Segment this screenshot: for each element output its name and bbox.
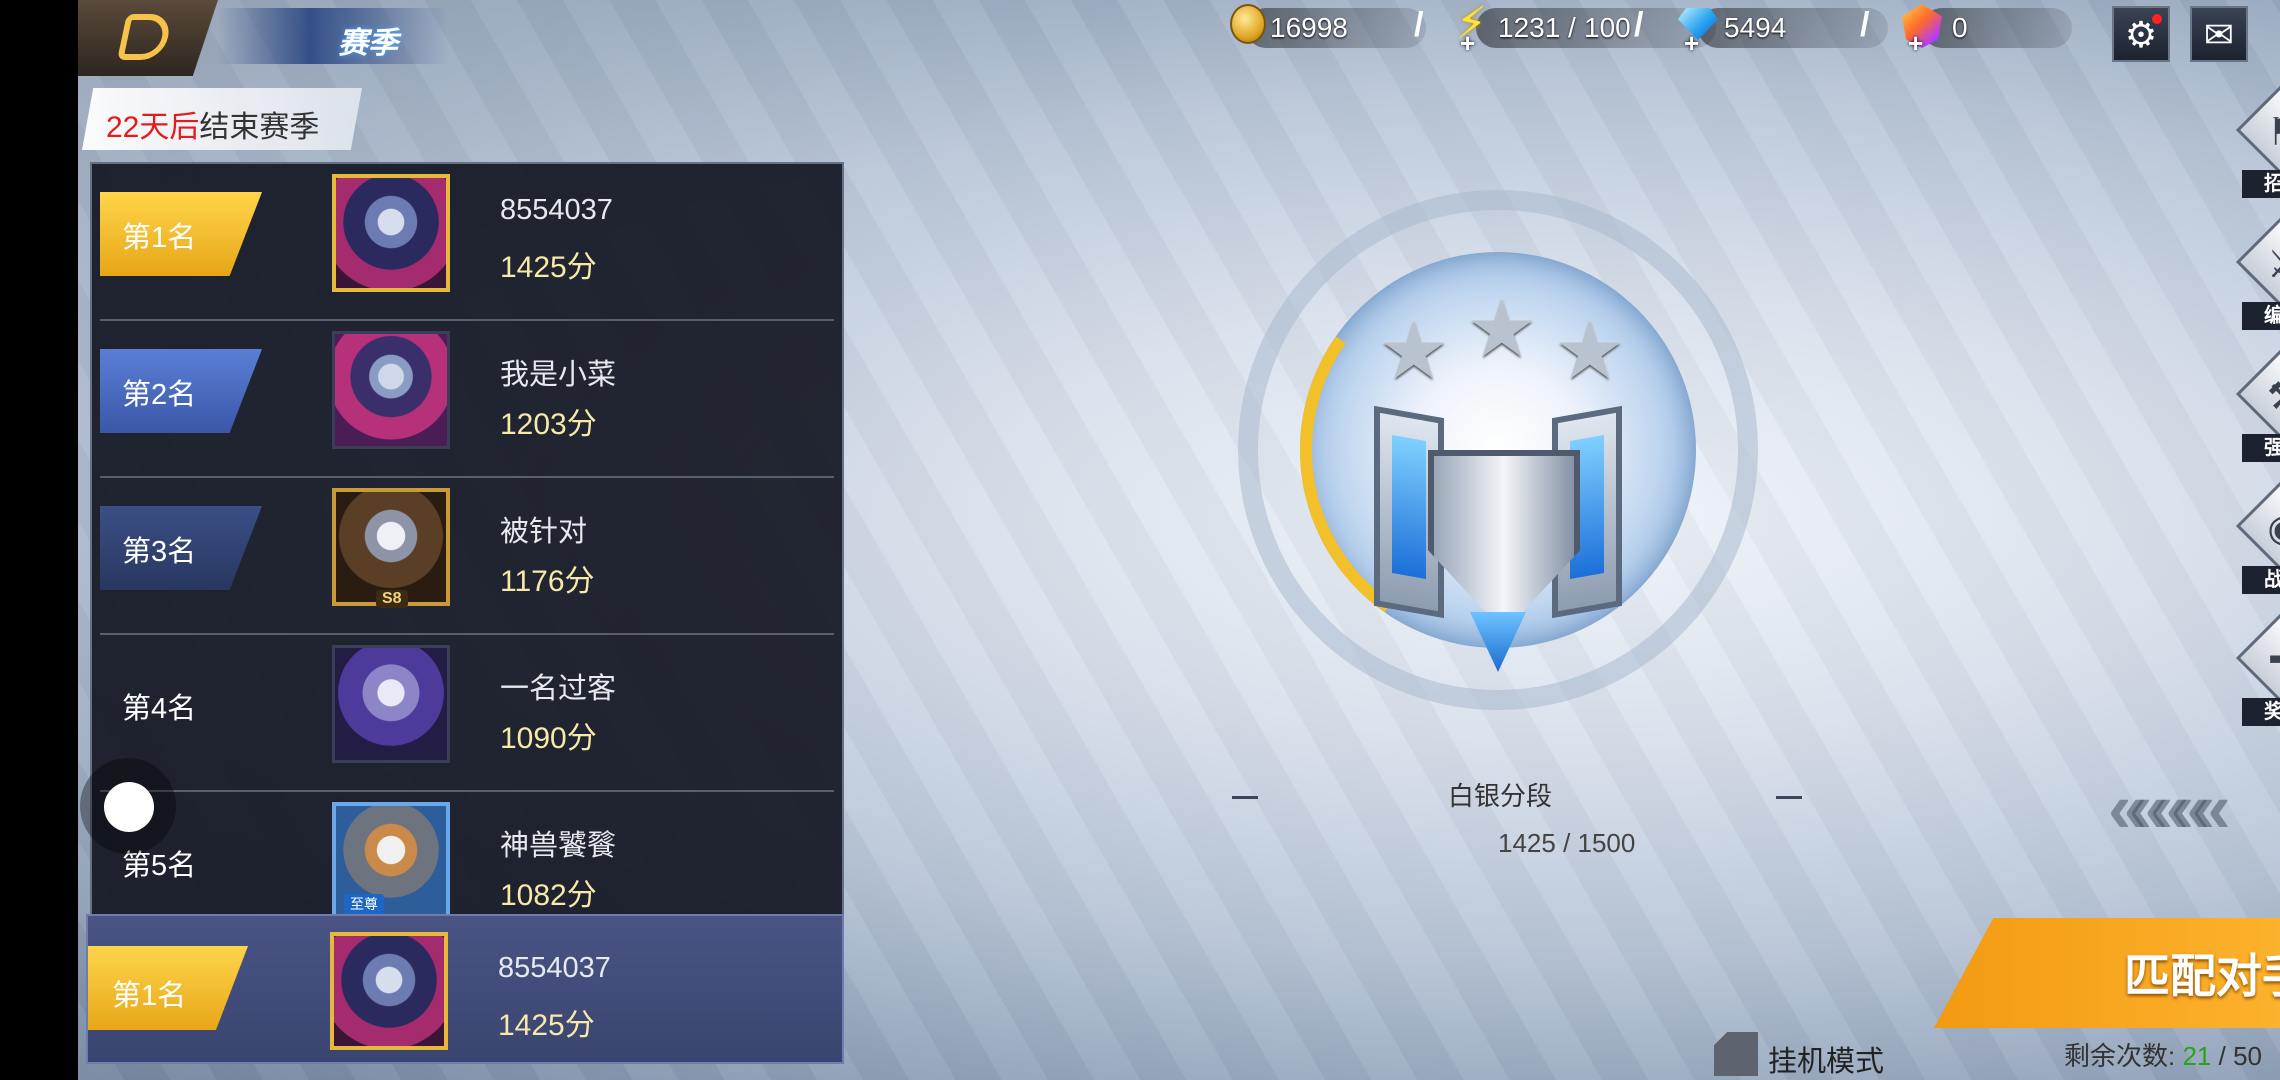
player-avatar[interactable]: S8 bbox=[332, 488, 450, 608]
player-avatar[interactable]: 至尊 bbox=[332, 802, 450, 920]
back-logo-icon bbox=[117, 14, 173, 60]
rank-label: 第2名 bbox=[122, 379, 197, 411]
leaderboard-row[interactable]: 第5名 至尊 神兽饕餮 1082分 bbox=[92, 792, 842, 920]
player-avatar[interactable] bbox=[332, 645, 450, 763]
my-score: 1425分 bbox=[498, 1009, 595, 1042]
crystal-add-icon[interactable]: + bbox=[1908, 28, 1923, 59]
side-button-recruit[interactable]: ⚑ 招募 bbox=[2235, 81, 2280, 200]
assist-dot-icon bbox=[104, 782, 154, 832]
battle-pass-icon: ◉ bbox=[2238, 506, 2280, 551]
star-icon: ★ bbox=[1554, 306, 1626, 395]
avatar-badge: S8 bbox=[376, 590, 408, 608]
side-button-label: 编队 bbox=[2242, 302, 2280, 330]
side-button-reward[interactable]: ✚ 奖励 bbox=[2235, 609, 2280, 728]
tier-line-right bbox=[1776, 796, 1802, 799]
side-button-label: 奖励 bbox=[2242, 698, 2280, 726]
player-score: 1203分 bbox=[500, 408, 597, 441]
player-score: 1090分 bbox=[500, 722, 597, 755]
leaderboard-panel[interactable]: 第1名 8554037 1425分 第2名 我是小菜 1203分 第3名 S8 … bbox=[90, 162, 844, 922]
energy-slash: / bbox=[1568, 12, 1576, 43]
back-button[interactable] bbox=[78, 0, 218, 76]
player-score: 1425分 bbox=[500, 251, 597, 284]
side-button-battle-pass[interactable]: ◉ 战令 bbox=[2235, 477, 2280, 596]
idle-mode-label[interactable]: 挂机模式 bbox=[1768, 1038, 1884, 1080]
tier-score: 1425 / 1500 bbox=[1498, 828, 1636, 858]
season-tab[interactable]: 赛季 bbox=[218, 8, 448, 64]
gift-icon: ✚ bbox=[2238, 638, 2280, 683]
diamond-value: 5494 bbox=[1724, 12, 1787, 43]
settings-button[interactable]: ⚙ bbox=[2112, 6, 2170, 62]
season-end-text: 结束赛季 bbox=[199, 111, 320, 144]
mail-icon: ✉ bbox=[2203, 14, 2235, 55]
player-name: 我是小菜 bbox=[500, 359, 617, 391]
side-button-label: 强化 bbox=[2242, 434, 2280, 462]
gold-value: 16998 bbox=[1270, 12, 1348, 43]
idle-mode-checkbox[interactable] bbox=[1714, 1032, 1758, 1076]
leaderboard-row[interactable]: 第4名 一名过客 1090分 bbox=[92, 635, 842, 792]
rank-label: 第1名 bbox=[112, 980, 187, 1012]
crystal-bar bbox=[1922, 8, 2072, 48]
my-rank-row[interactable]: 第1名 8554037 1425分 bbox=[86, 914, 844, 1064]
season-countdown: 22天后结束赛季 bbox=[82, 88, 362, 150]
player-name: 神兽饕餮 bbox=[500, 830, 617, 862]
leaderboard-row[interactable]: 第2名 我是小菜 1203分 bbox=[92, 321, 842, 478]
avatar-badge: 至尊 bbox=[344, 894, 384, 914]
player-score: 1176分 bbox=[500, 565, 595, 598]
divider-slash: / bbox=[1414, 6, 1424, 44]
gold-counter: 16998 bbox=[1226, 0, 1436, 56]
match-button-label: 匹配对手 bbox=[2124, 950, 2280, 1002]
swords-icon: ⚔ bbox=[2238, 242, 2280, 287]
notification-dot bbox=[2152, 14, 2162, 24]
side-button-label: 战令 bbox=[2242, 566, 2280, 594]
energy-max: 100 bbox=[1584, 12, 1631, 43]
remaining-max: 50 bbox=[2233, 1041, 2262, 1071]
star-icon: ★ bbox=[1466, 284, 1538, 373]
diamond-add-icon[interactable]: + bbox=[1684, 28, 1699, 59]
mail-button[interactable]: ✉ bbox=[2190, 6, 2248, 62]
leaderboard-row[interactable]: 第3名 S8 被针对 1176分 bbox=[92, 478, 842, 635]
tier-stars: ★ ★ ★ bbox=[1378, 282, 1628, 395]
game-screen: 赛季 16998 / ⚡ + 1231 / 100 / + 5494 / + 0… bbox=[78, 0, 2280, 1080]
gold-coin-icon bbox=[1230, 4, 1266, 44]
season-days-left: 22天后 bbox=[106, 111, 200, 144]
silver-tier-emblem-icon bbox=[1374, 402, 1622, 702]
crystal-value: 0 bbox=[1952, 12, 1968, 43]
player-score: 1082分 bbox=[500, 879, 597, 912]
divider-slash: / bbox=[1860, 6, 1870, 44]
energy-add-icon[interactable]: + bbox=[1460, 28, 1475, 59]
remaining-label: 剩余次数: bbox=[2064, 1041, 2176, 1071]
emblem-shield-tip bbox=[1470, 612, 1526, 672]
remaining-sep: / bbox=[2211, 1041, 2234, 1071]
player-name: 8554037 bbox=[500, 194, 613, 226]
tier-name: 白银分段 bbox=[1448, 781, 1553, 811]
player-avatar[interactable] bbox=[332, 174, 450, 292]
my-name: 8554037 bbox=[498, 952, 611, 984]
recruit-icon: ⚑ bbox=[2238, 110, 2280, 155]
anvil-icon: ⚒ bbox=[2238, 374, 2280, 419]
remaining-current: 21 bbox=[2182, 1041, 2212, 1071]
match-opponent-button[interactable]: 匹配对手 bbox=[1934, 918, 2280, 1028]
remaining-attempts: 剩余次数: 21 / 50 bbox=[2064, 1036, 2262, 1073]
rank-label: 第4名 bbox=[122, 693, 197, 725]
tier-line-left bbox=[1232, 796, 1258, 799]
star-icon: ★ bbox=[1378, 306, 1450, 395]
player-name: 被针对 bbox=[500, 516, 588, 548]
rank-label: 第1名 bbox=[122, 222, 197, 254]
side-button-label: 招募 bbox=[2242, 170, 2280, 198]
floating-assist-button[interactable] bbox=[80, 758, 176, 854]
crystal-counter: + 0 bbox=[1902, 0, 2082, 59]
energy-value: 1231 bbox=[1498, 12, 1561, 43]
my-avatar[interactable] bbox=[330, 932, 448, 1050]
leaderboard-row[interactable]: 第1名 8554037 1425分 bbox=[92, 164, 842, 321]
divider-slash: / bbox=[1634, 6, 1644, 44]
player-name: 一名过客 bbox=[500, 673, 617, 705]
rank-label: 第3名 bbox=[122, 536, 197, 568]
side-button-team[interactable]: ⚔ 编队 bbox=[2235, 213, 2280, 332]
chevron-decoration-icon: ««««« bbox=[2108, 769, 2231, 847]
season-tab-label: 赛季 bbox=[338, 27, 398, 60]
side-button-enhance[interactable]: ⚒ 强化 bbox=[2235, 345, 2280, 464]
player-avatar[interactable] bbox=[332, 331, 450, 449]
